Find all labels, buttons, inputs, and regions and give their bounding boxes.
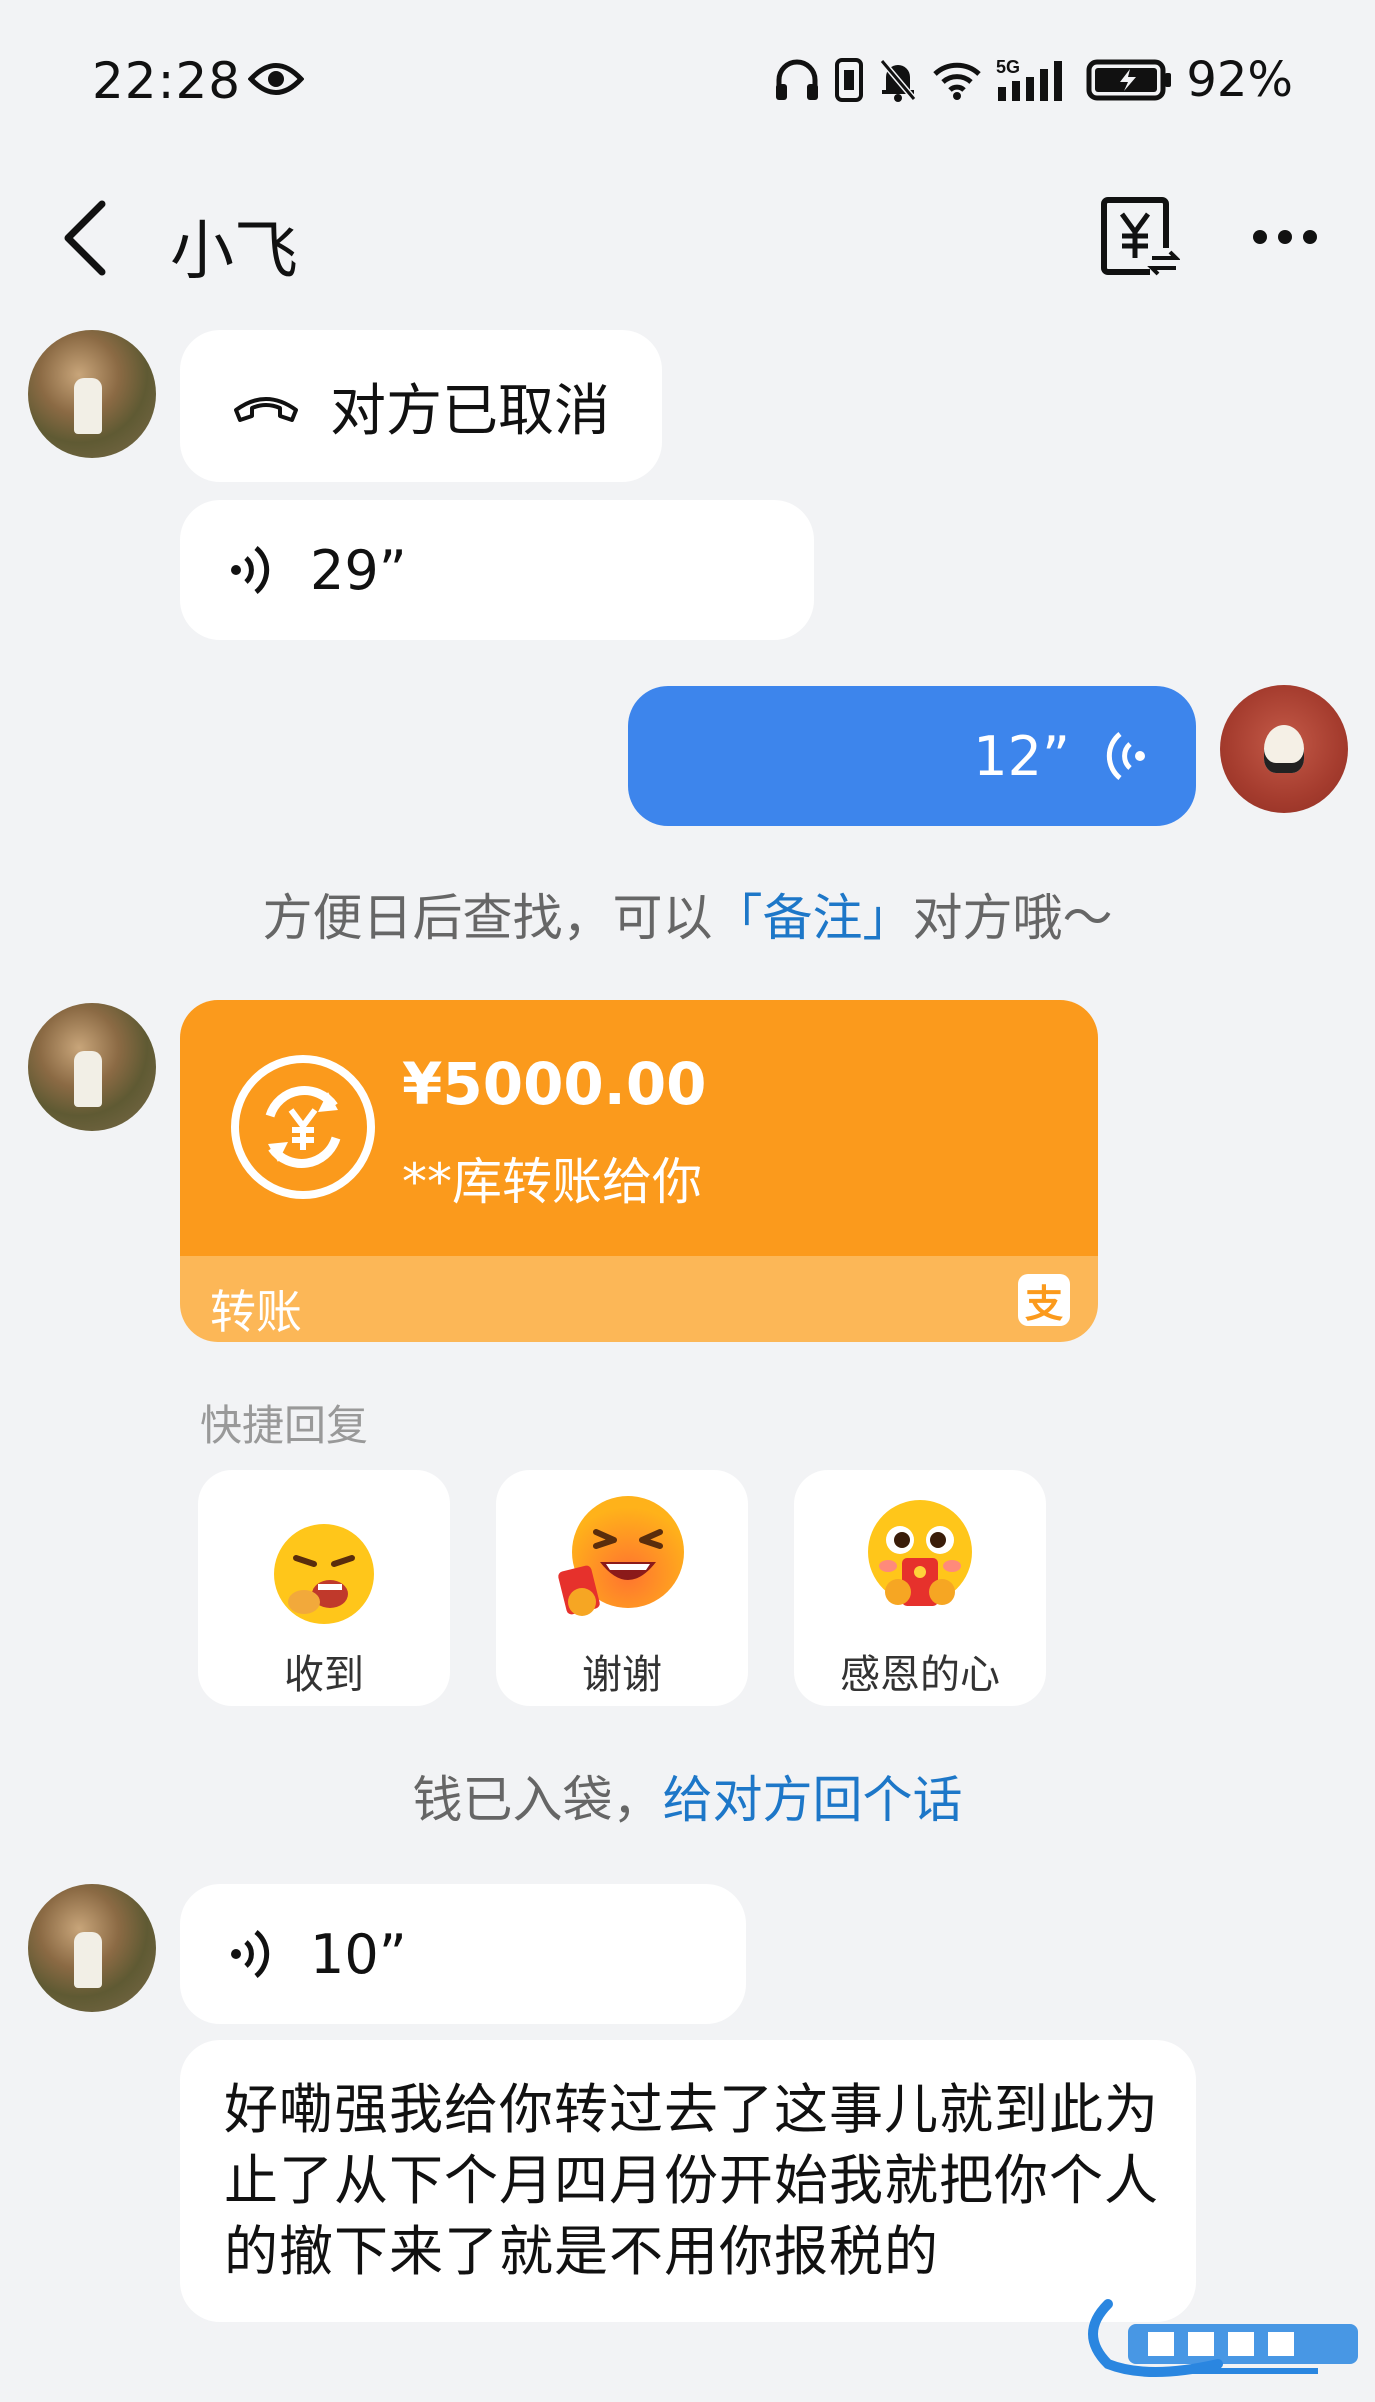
- quick-reply-label: 收到: [284, 1652, 364, 1698]
- transfer-card[interactable]: ¥5000.00 **库转账给你 转账 支: [180, 1000, 1098, 1342]
- transfer-desc: **库转账给你: [402, 1153, 702, 1211]
- chevron-left-icon[interactable]: [60, 198, 110, 278]
- yen-exchange-icon: [231, 1055, 375, 1199]
- headphones-icon: [776, 59, 819, 100]
- voice-wave-icon: [231, 1930, 270, 1978]
- watermark-logo: [1088, 2299, 1358, 2377]
- hint-text: 钱已入袋，: [412, 1771, 663, 1829]
- avatar[interactable]: [28, 330, 156, 458]
- message-text: 好嘞强我给你转过去了这事儿就到此为止了从下个月四月份开始我就把你个人的撤下来了就…: [224, 2078, 1159, 2283]
- remark-link[interactable]: 「备注」: [713, 889, 913, 947]
- quick-reply-received[interactable]: 收到: [198, 1470, 450, 1706]
- more-dots-icon[interactable]: [1250, 222, 1320, 252]
- quick-reply-title: 快捷回复: [200, 1401, 369, 1450]
- wifi-icon: [933, 62, 982, 100]
- voice-wave-icon: [231, 546, 270, 594]
- yawn-emoji-icon: [274, 1524, 374, 1624]
- battery-percent: 92%: [1186, 52, 1293, 108]
- voice-wave-icon: [1106, 732, 1145, 780]
- battery-icon: [1086, 59, 1172, 101]
- hangup-phone-icon: [234, 397, 298, 422]
- mute-bell-icon: [880, 59, 917, 102]
- status-icons: 5G 92%: [774, 52, 1293, 108]
- vibrate-icon: [835, 58, 864, 102]
- alipay-icon: 支: [1018, 1274, 1070, 1326]
- voice-message-bubble[interactable]: 29”: [180, 500, 814, 640]
- voice-duration: 10”: [310, 1922, 407, 1986]
- signal-5g-icon: 5G: [996, 57, 1063, 101]
- quick-reply-label: 感恩的心: [840, 1652, 1000, 1698]
- remark-hint: 方便日后查找，可以「备注」对方哦～: [0, 878, 1375, 950]
- reply-link[interactable]: 给对方回个话: [663, 1771, 963, 1829]
- grateful-redpacket-emoji-icon: [868, 1500, 972, 1606]
- text-message-bubble[interactable]: 好嘞强我给你转过去了这事儿就到此为止了从下个月四月份开始我就把你个人的撤下来了就…: [180, 2040, 1196, 2322]
- outgoing-voice-bubble[interactable]: 12”: [628, 686, 1196, 826]
- transfer-label: 转账: [210, 1285, 302, 1339]
- quick-reply-thanks[interactable]: 谢谢: [496, 1470, 748, 1706]
- transfer-amount: ¥5000.00: [402, 1050, 707, 1118]
- my-avatar[interactable]: [1220, 685, 1348, 813]
- quick-reply-label: 谢谢: [582, 1652, 662, 1698]
- status-time: 22:28: [92, 52, 242, 110]
- voice-duration: 29”: [310, 538, 407, 602]
- hint-text: 对方哦～: [912, 889, 1113, 947]
- call-record-bubble[interactable]: 对方已取消: [180, 330, 662, 482]
- hint-text: 方便日后查找，可以: [262, 889, 713, 947]
- yen-transfer-icon[interactable]: [1100, 196, 1180, 278]
- call-status-text: 对方已取消: [330, 378, 610, 444]
- eye-icon: [248, 63, 304, 95]
- laughing-redpacket-emoji-icon: [558, 1496, 684, 1616]
- quick-reply-grateful[interactable]: 感恩的心: [794, 1470, 1046, 1706]
- avatar[interactable]: [28, 1003, 156, 1131]
- page-title: 小飞: [170, 215, 298, 289]
- avatar[interactable]: [28, 1884, 156, 2012]
- voice-duration: 12”: [973, 724, 1070, 788]
- voice-message-bubble[interactable]: 10”: [180, 1884, 746, 2024]
- reply-hint: 钱已入袋，给对方回个话: [0, 1760, 1375, 1832]
- svg-text:5G: 5G: [996, 57, 1020, 77]
